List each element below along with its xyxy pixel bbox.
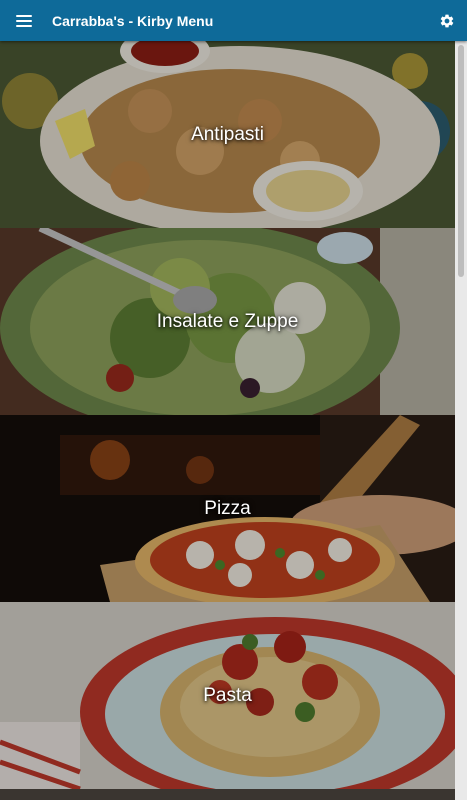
next-category-tile-partial[interactable] (0, 789, 455, 800)
category-label: Insalate e Zuppe (156, 310, 299, 332)
app-toolbar: Carrabba's - Kirby Menu (0, 0, 467, 41)
category-tile-pizza[interactable]: Pizza (0, 415, 455, 602)
page-title: Carrabba's - Kirby Menu (52, 12, 214, 29)
scrollbar-thumb[interactable] (458, 45, 464, 277)
category-label: Antipasti (191, 123, 264, 145)
category-label: Pizza (204, 497, 251, 519)
category-tile-pasta[interactable]: Pasta (0, 602, 455, 789)
category-tile-antipasti[interactable]: Antipasti (0, 41, 455, 228)
category-list: Antipasti Insalate e Zuppe Pizza Pasta (0, 41, 455, 800)
settings-button[interactable] (427, 0, 467, 41)
app-root: Carrabba's - Kirby Menu Antipasti Insala… (0, 0, 467, 800)
scrollbar[interactable] (455, 41, 467, 800)
menu-button[interactable] (0, 0, 48, 41)
gear-icon (440, 14, 454, 27)
category-label: Pasta (203, 684, 252, 706)
category-tile-insalate-e-zuppe[interactable]: Insalate e Zuppe (0, 228, 455, 415)
hamburger-menu-icon (16, 14, 32, 27)
